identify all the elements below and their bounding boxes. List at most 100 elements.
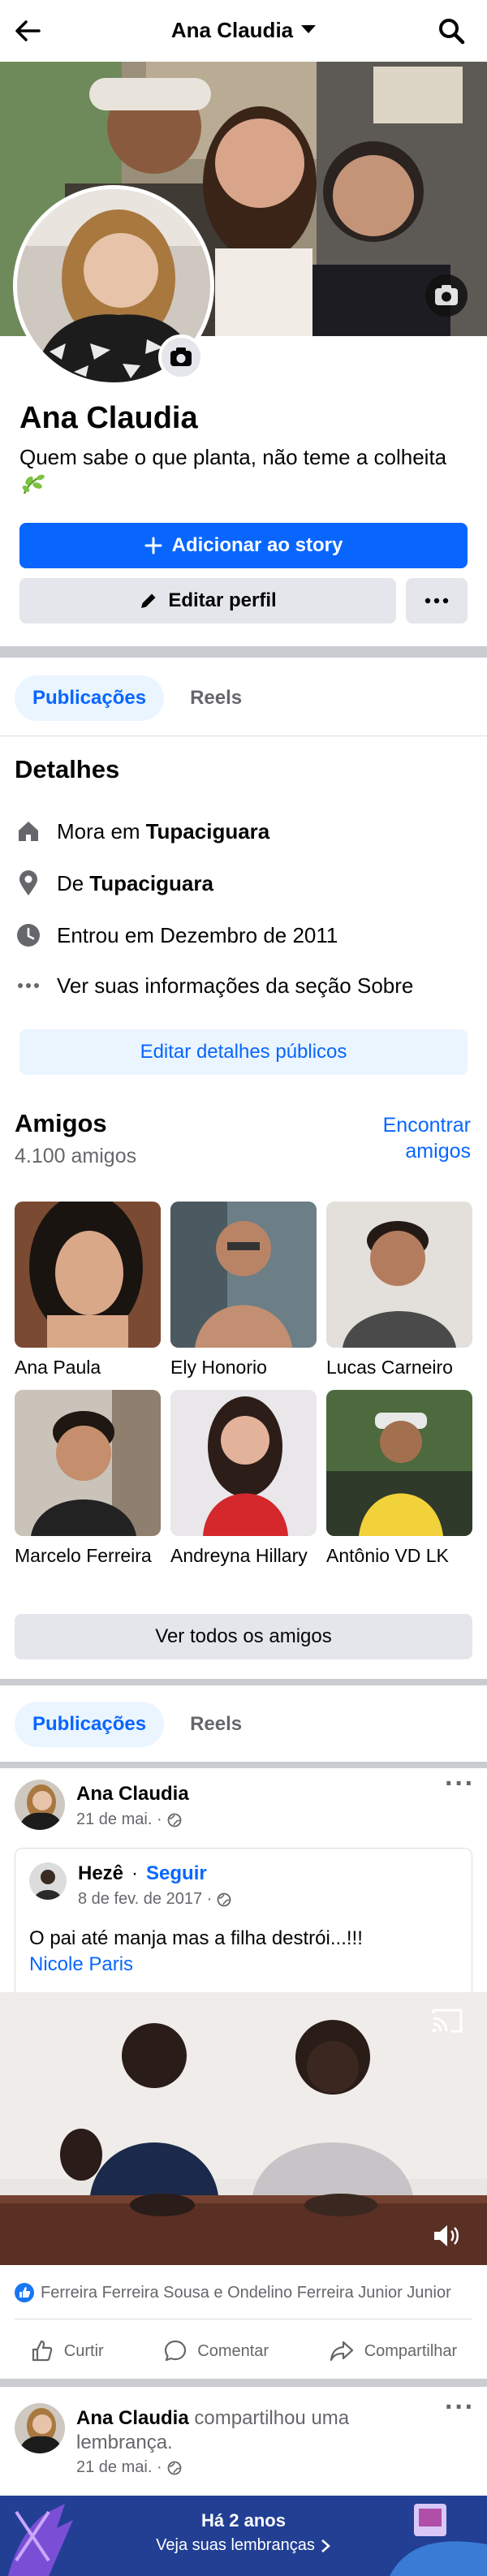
tab-reels[interactable]: Reels bbox=[177, 1702, 255, 1747]
detail-joined: Entrou em Dezembro de 2011 bbox=[15, 917, 469, 953]
friend-photo bbox=[326, 1390, 472, 1536]
post2-action-text2: lembrança. bbox=[76, 2431, 173, 2453]
edit-profile-button[interactable]: Editar perfil bbox=[19, 578, 396, 624]
more-icon bbox=[425, 598, 449, 604]
post-author-name[interactable]: Ana Claudia bbox=[76, 1783, 189, 1806]
detail-lives-in: Mora em Tupaciguara bbox=[15, 813, 469, 849]
memory-title: Há 2 anos bbox=[201, 2510, 286, 2531]
add-to-story-button[interactable]: Adicionar ao story bbox=[19, 523, 468, 568]
tab-publicacoes[interactable]: Publicações bbox=[15, 675, 165, 721]
clock-icon bbox=[15, 921, 42, 949]
friend-card[interactable]: Lucas Carneiro bbox=[326, 1202, 472, 1379]
post-meta: 21 de mai. · bbox=[76, 1810, 182, 1829]
details-title: Detalhes bbox=[15, 755, 120, 783]
globe-icon bbox=[217, 1892, 231, 1906]
friend-card[interactable]: Ana Paula bbox=[15, 1202, 161, 1379]
edit-public-details-button[interactable]: Editar detalhes públicos bbox=[19, 1029, 468, 1075]
shared-post-header: Hezê · Seguir bbox=[78, 1862, 207, 1885]
add-to-story-label: Adicionar ao story bbox=[171, 534, 343, 556]
home-icon bbox=[15, 818, 42, 845]
top-app-bar: Ana Claudia bbox=[0, 0, 487, 62]
shared-post-date: 8 de fev. de 2017 · bbox=[78, 1890, 213, 1908]
friends-title: Amigos bbox=[15, 1109, 107, 1137]
friend-card[interactable]: Marcelo Ferreira bbox=[15, 1390, 161, 1568]
post2-action-text: compartilhou uma bbox=[194, 2407, 350, 2429]
memory-banner[interactable]: Há 2 anos Veja suas lembranças bbox=[0, 2496, 487, 2576]
comment-label: Comentar bbox=[197, 2341, 269, 2360]
memory-link[interactable]: Veja suas lembranças bbox=[0, 2536, 487, 2555]
volume-icon[interactable] bbox=[432, 2223, 461, 2249]
cast-icon[interactable] bbox=[430, 2007, 464, 2034]
friend-name: Andreyna Hillary bbox=[170, 1545, 308, 1566]
caret-down-icon bbox=[301, 25, 317, 33]
section-separator bbox=[0, 1679, 487, 1685]
post2-date: 21 de mai. · bbox=[76, 2458, 162, 2476]
profile-switcher[interactable]: Ana Claudia bbox=[0, 18, 487, 43]
plus-icon bbox=[144, 537, 162, 554]
detail-from: De Tupaciguara bbox=[15, 865, 469, 901]
detail-about-link[interactable]: Ver suas informações da seção Sobre bbox=[15, 968, 469, 1003]
post-date: 21 de mai. · bbox=[76, 1810, 162, 1828]
reactions-text: Ferreira Ferreira Sousa e Ondelino Ferre… bbox=[41, 2283, 451, 2302]
friend-photo bbox=[15, 1202, 161, 1348]
detail-lives-city[interactable]: Tupaciguara bbox=[146, 819, 270, 844]
detail-from-city[interactable]: Tupaciguara bbox=[89, 871, 213, 896]
globe-icon bbox=[167, 2461, 182, 2475]
like-button[interactable]: Curtir bbox=[30, 2339, 104, 2363]
friend-photo bbox=[15, 1390, 161, 1536]
more-options-button[interactable] bbox=[406, 578, 468, 624]
shared-post-tag[interactable]: Nicole Paris bbox=[29, 1953, 133, 1976]
detail-from-prefix: De bbox=[57, 870, 84, 895]
chevron-right-icon bbox=[321, 2539, 330, 2552]
friend-photo bbox=[170, 1390, 317, 1536]
post-options-button[interactable]: ··· bbox=[445, 1768, 475, 1800]
find-friends-line2: amigos bbox=[405, 1140, 471, 1163]
post-author-avatar[interactable] bbox=[15, 1780, 65, 1830]
comment-button[interactable]: Comentar bbox=[163, 2339, 269, 2363]
profile-name: Ana Claudia bbox=[19, 401, 198, 435]
detail-lives-prefix: Mora em bbox=[57, 818, 140, 844]
cover-camera-button[interactable] bbox=[425, 274, 468, 317]
share-button[interactable]: Compartilhar bbox=[329, 2339, 457, 2363]
section-separator bbox=[0, 1762, 487, 1768]
friend-name: Antônio VD LK bbox=[326, 1545, 449, 1566]
friends-count: 4.100 amigos bbox=[15, 1145, 137, 1167]
avatar-camera-button[interactable] bbox=[158, 334, 204, 380]
reactions-summary[interactable]: Ferreira Ferreira Sousa e Ondelino Ferre… bbox=[15, 2283, 451, 2302]
find-friends-line1: Encontrar bbox=[382, 1114, 471, 1137]
friend-card[interactable]: Andreyna Hillary bbox=[170, 1390, 317, 1568]
friend-photo bbox=[326, 1202, 472, 1348]
friend-name: Ely Honorio bbox=[170, 1357, 267, 1378]
video-player[interactable] bbox=[0, 1992, 487, 2265]
follow-link[interactable]: Seguir bbox=[146, 1862, 207, 1885]
post2-header: Ana Claudia compartilhou uma lembrança. bbox=[76, 2406, 417, 2455]
camera-icon bbox=[435, 285, 458, 305]
tab-publicacoes[interactable]: Publicações bbox=[15, 1702, 165, 1747]
share-label: Compartilhar bbox=[364, 2341, 458, 2360]
globe-icon bbox=[167, 1813, 182, 1827]
memory-link-label: Veja suas lembranças bbox=[156, 2536, 315, 2554]
shared-author-avatar[interactable] bbox=[29, 1862, 67, 1900]
post2-author-name[interactable]: Ana Claudia bbox=[76, 2407, 189, 2429]
like-label: Curtir bbox=[63, 2341, 104, 2360]
find-friends-link[interactable]: Encontrar amigos bbox=[383, 1112, 471, 1164]
tab-reels[interactable]: Reels bbox=[177, 675, 255, 721]
shared-post-text: O pai até manja mas a filha destrói...!!… bbox=[29, 1927, 363, 1949]
friend-card[interactable]: Ely Honorio bbox=[170, 1202, 317, 1379]
friend-name: Ana Paula bbox=[15, 1357, 101, 1378]
see-all-friends-button[interactable]: Ver todos os amigos bbox=[15, 1614, 472, 1659]
friend-card[interactable]: Antônio VD LK bbox=[326, 1390, 472, 1568]
shared-dot: · bbox=[131, 1862, 139, 1884]
post2-options-button[interactable]: ··· bbox=[445, 2392, 475, 2423]
section-separator bbox=[0, 2379, 487, 2387]
search-icon[interactable] bbox=[435, 15, 468, 47]
profile-bio: Quem sabe o que planta, não teme a colhe… bbox=[19, 445, 447, 469]
top-bar-title: Ana Claudia bbox=[170, 18, 294, 42]
profile-tabs: Publicações Reels bbox=[15, 675, 255, 721]
shared-author-name[interactable]: Hezê bbox=[78, 1862, 123, 1885]
location-icon bbox=[15, 869, 42, 897]
post-author-avatar[interactable] bbox=[15, 2403, 65, 2453]
shared-post-meta: 8 de fev. de 2017 · bbox=[78, 1890, 231, 1909]
detail-joined-text: Entrou em Dezembro de 2011 bbox=[57, 922, 338, 947]
detail-about-text: Ver suas informações da seção Sobre bbox=[57, 973, 414, 998]
